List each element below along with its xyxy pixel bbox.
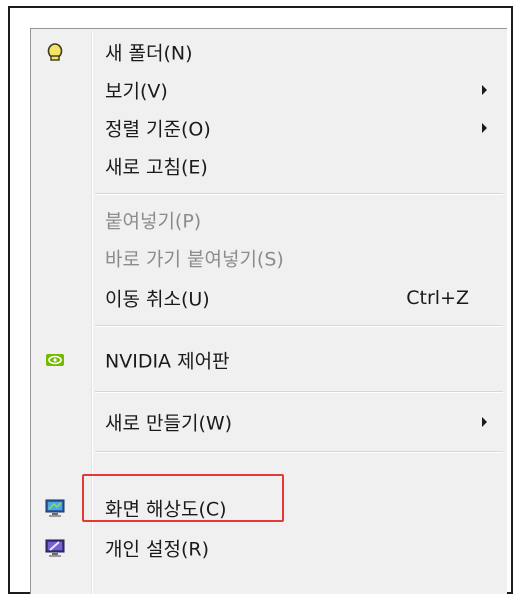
- submenu-arrow-icon: [482, 123, 487, 133]
- menu-item-label: 새로 고침(E): [105, 156, 208, 179]
- submenu-arrow-icon: [482, 85, 487, 95]
- menu-item-refresh[interactable]: 새로 고침(E): [33, 147, 505, 185]
- menu-item-label: 바로 가기 붙여넣기(S): [105, 248, 284, 271]
- menu-separator: [95, 451, 503, 453]
- menu-item-label: 정렬 기준(O): [105, 118, 211, 141]
- personalize-icon: [45, 538, 65, 558]
- menu-item-label: 새로 만들기(W): [105, 412, 233, 435]
- menu-separator: [95, 325, 503, 327]
- shortcut-text: Ctrl+Z: [406, 287, 469, 309]
- menu-item-label: 붙여넣기(P): [105, 210, 202, 233]
- menu-item-undo-move[interactable]: 이동 취소(U) Ctrl+Z: [33, 279, 505, 317]
- annotation-highlight-box: [82, 474, 284, 522]
- menu-item-label: 개인 설정(R): [105, 538, 209, 561]
- menu-item-sort-by[interactable]: 정렬 기준(O): [33, 109, 505, 147]
- menu-item-paste[interactable]: 붙여넣기(P): [33, 201, 505, 239]
- menu-item-nvidia-control-panel[interactable]: NVIDIA 제어판: [33, 341, 505, 379]
- menu-item-personalize[interactable]: 개인 설정(R): [33, 529, 505, 567]
- menu-item-label: 보기(V): [105, 80, 168, 103]
- menu-item-new[interactable]: 새로 만들기(W): [33, 403, 505, 441]
- menu-item-label: 새 폴더(N): [105, 42, 193, 65]
- menu-separator: [95, 391, 503, 393]
- menu-separator: [95, 193, 503, 195]
- menu-item-label: NVIDIA 제어판: [105, 350, 230, 373]
- monitor-icon: [45, 498, 65, 518]
- menu-item-view[interactable]: 보기(V): [33, 71, 505, 109]
- menu-item-label: 이동 취소(U): [105, 288, 210, 311]
- folder-light-icon: [45, 42, 65, 62]
- submenu-arrow-icon: [482, 417, 487, 427]
- nvidia-icon: [45, 350, 65, 370]
- menu-item-paste-shortcut[interactable]: 바로 가기 붙여넣기(S): [33, 239, 505, 277]
- menu-item-new-folder[interactable]: 새 폴더(N): [33, 33, 505, 71]
